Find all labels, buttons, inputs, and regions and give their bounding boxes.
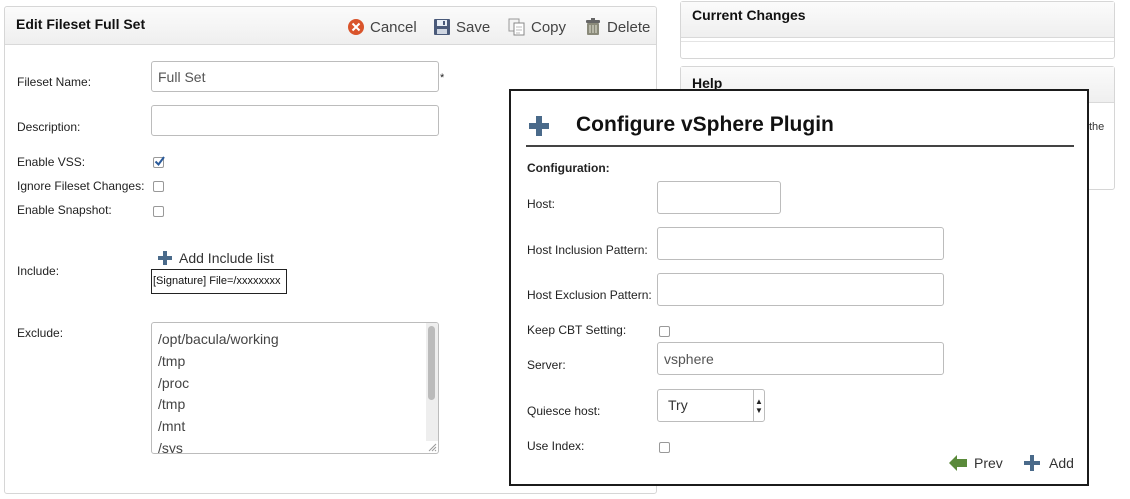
server-label: Server: [527,358,566,372]
add-label: Add [1049,455,1074,471]
enable-snapshot-checkbox[interactable] [153,206,164,217]
panel-title: Edit Fileset Full Set [16,16,146,32]
description-label: Description: [17,120,81,134]
add-button[interactable]: Add [1023,454,1074,472]
quiesce-host-label: Quiesce host: [527,404,601,418]
cancel-button[interactable]: Cancel [347,17,417,37]
description-input[interactable] [151,105,439,136]
server-input[interactable] [657,342,944,375]
plus-icon [1024,455,1040,471]
add-include-list-button[interactable]: Add Include list [157,250,274,266]
dropdown-arrow-icon: ▲ ▼ [753,390,764,421]
resize-grip-icon[interactable] [427,442,437,452]
ignore-changes-checkbox[interactable] [153,181,164,192]
ignore-changes-label: Ignore Fileset Changes: [17,179,145,193]
exclude-label: Exclude: [17,326,64,340]
add-include-label: Add Include list [179,250,274,266]
exclude-item: /sys [158,439,183,454]
fileset-name-label: Fileset Name: [17,75,92,89]
configure-vsphere-dialog: Configure vSphere Plugin Configuration: … [509,89,1089,486]
keep-cbt-label: Keep CBT Setting: [527,323,627,337]
copy-button[interactable]: Copy [508,17,566,37]
edit-fileset-header: Edit Fileset Full Set Cancel Save Copy D… [5,7,656,45]
exclude-item: /opt/bacula/working [158,331,279,347]
use-index-checkbox[interactable] [659,442,670,453]
floppy-disk-icon [433,18,451,36]
host-exclusion-input[interactable] [657,273,944,306]
include-entry[interactable]: [Signature] File=/xxxxxxxx [151,269,287,294]
host-label: Host: [527,197,556,211]
title-divider [526,145,1074,147]
enable-snapshot-label: Enable Snapshot: [17,203,112,217]
exclude-item: /tmp [158,396,186,413]
configuration-section-label: Configuration: [527,161,610,175]
include-label: Include: [17,264,60,278]
fileset-name-input[interactable] [151,61,439,92]
delete-button[interactable]: Delete [584,17,650,37]
save-button[interactable]: Save [433,17,490,37]
plus-icon [158,251,172,265]
prev-label: Prev [974,455,1003,471]
prev-button[interactable]: Prev [948,454,1003,472]
host-input[interactable] [657,181,781,214]
current-changes-panel: Current Changes [680,1,1115,59]
required-marker: * [440,72,445,84]
host-exclusion-label: Host Exclusion Pattern: [527,288,652,302]
trash-can-icon [584,18,602,36]
cancel-icon [347,18,365,36]
copy-icon [508,18,526,36]
host-inclusion-label: Host Inclusion Pattern: [527,243,648,257]
help-text: the [1089,121,1105,133]
quiesce-host-value: Try [668,397,688,413]
divider [681,41,1114,42]
keep-cbt-checkbox[interactable] [659,326,670,337]
quiesce-host-select[interactable]: Try ▲ ▼ [657,389,765,422]
delete-label: Delete [607,18,651,36]
enable-vss-label: Enable VSS: [17,155,86,169]
exclude-item: /tmp [158,352,186,369]
copy-label: Copy [531,18,567,36]
use-index-label: Use Index: [527,439,585,453]
scrollbar-thumb[interactable] [428,326,435,400]
checkmark-icon [154,156,165,167]
dialog-title: Configure vSphere Plugin [576,113,834,136]
exclude-item: /proc [158,374,190,391]
host-inclusion-input[interactable] [657,227,944,260]
exclude-item: /mnt [158,418,186,435]
arrow-left-icon [949,455,967,471]
plus-icon [529,116,549,136]
exclude-list: /opt/bacula/working /tmp /proc /tmp /mnt… [158,329,279,454]
cancel-label: Cancel [370,18,417,36]
current-changes-title: Current Changes [681,2,1114,38]
save-label: Save [456,18,491,36]
exclude-textarea[interactable]: /opt/bacula/working /tmp /proc /tmp /mnt… [151,322,439,454]
enable-vss-checkbox[interactable] [153,156,165,168]
exclude-scrollbar[interactable] [426,323,438,441]
